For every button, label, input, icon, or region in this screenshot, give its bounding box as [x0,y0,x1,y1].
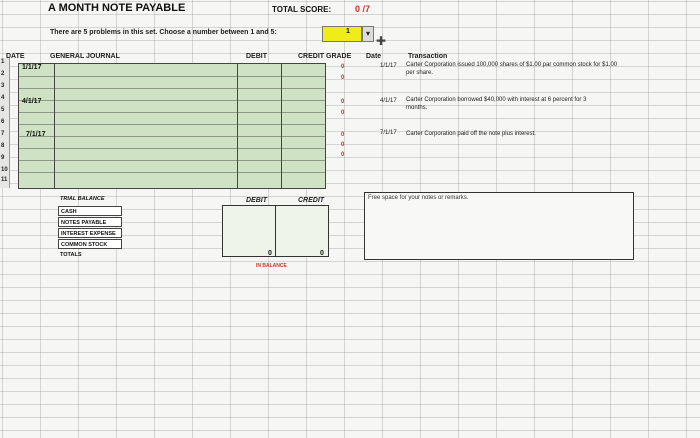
trial-balance-account[interactable]: CASH [58,206,122,216]
cursor-cross-icon: ✚ [376,34,387,48]
journal-date-header: DATE [6,53,25,60]
general-journal-table[interactable] [18,63,326,189]
trial-balance-account[interactable]: NOTES PAYABLE [58,217,122,227]
trial-balance-totals-label: TOTALS [60,252,82,258]
row-number[interactable]: 3 [1,83,4,89]
grade-value: 0 [341,132,345,138]
grade-value: 0 [341,152,345,158]
grade-value: 0 [341,75,345,81]
journal-entry-date[interactable]: 1/1/17 [22,64,41,71]
row-number[interactable]: 7 [1,131,4,137]
trial-debit-total: 0 [268,250,272,257]
notes-box[interactable]: Free space for your notes or remarks. [364,192,634,260]
journal-title-header: GENERAL JOURNAL [50,53,120,60]
row-number[interactable]: 2 [1,71,4,77]
total-score-value: 0 /7 [355,4,371,14]
row-number[interactable]: 1 [1,59,4,65]
transactions-header: Transaction [408,53,448,60]
row-number[interactable]: 5 [1,107,4,113]
transaction-date: 7/1/17 [380,130,397,136]
dropdown-arrow-icon[interactable]: ▾ [362,26,374,42]
notes-placeholder: Free space for your notes or remarks. [368,195,469,201]
row-header-column: 1 2 3 4 5 6 7 8 9 10 11 [0,58,10,188]
grade-value: 0 [341,64,345,70]
grade-value: 0 [341,99,345,105]
transaction-date: 1/1/17 [380,63,397,69]
instructions-text: There are 5 problems in this set. Choose… [50,29,277,36]
grade-value: 0 [341,110,345,116]
transaction-date: 4/1/17 [380,98,397,104]
balance-status: IN BALANCE [256,263,287,269]
trial-credit-header: CREDIT [298,197,325,204]
row-number[interactable]: 4 [1,95,4,101]
row-number[interactable]: 6 [1,119,4,125]
trial-credit-total: 0 [320,250,324,257]
row-number[interactable]: 11 [1,177,7,183]
journal-entry-date[interactable]: 7/1/17 [26,131,45,138]
trial-balance-title: TRIAL BALANCE [60,196,105,202]
transaction-text: Carter Corporation borrowed $40,000 with… [406,97,587,111]
problem-selector-cell[interactable] [322,26,362,42]
journal-credit-header: CREDIT [298,53,325,60]
row-number[interactable]: 10 [1,167,8,173]
trial-balance-account[interactable]: COMMON STOCK [58,239,122,249]
problem-selector-value[interactable]: 1 [346,28,350,35]
journal-grade-header: GRADE [326,53,352,60]
row-number[interactable]: 9 [1,155,4,161]
transaction-text: Carter Corporation paid off the note plu… [406,131,536,137]
trial-debit-header: DEBIT [246,197,267,204]
grade-value: 0 [341,142,345,148]
journal-debit-header: DEBIT [246,53,267,60]
transaction-text: Carter Corporation issued 100,000 shares… [406,62,618,76]
trial-balance-account[interactable]: INTEREST EXPENSE [58,228,122,238]
row-number[interactable]: 8 [1,143,4,149]
journal-entry-date[interactable]: 4/1/17 [22,98,41,105]
total-score-label: TOTAL SCORE: [272,5,332,14]
transactions-date-header: Date [366,53,382,60]
page-title: A MONTH NOTE PAYABLE [48,2,186,14]
